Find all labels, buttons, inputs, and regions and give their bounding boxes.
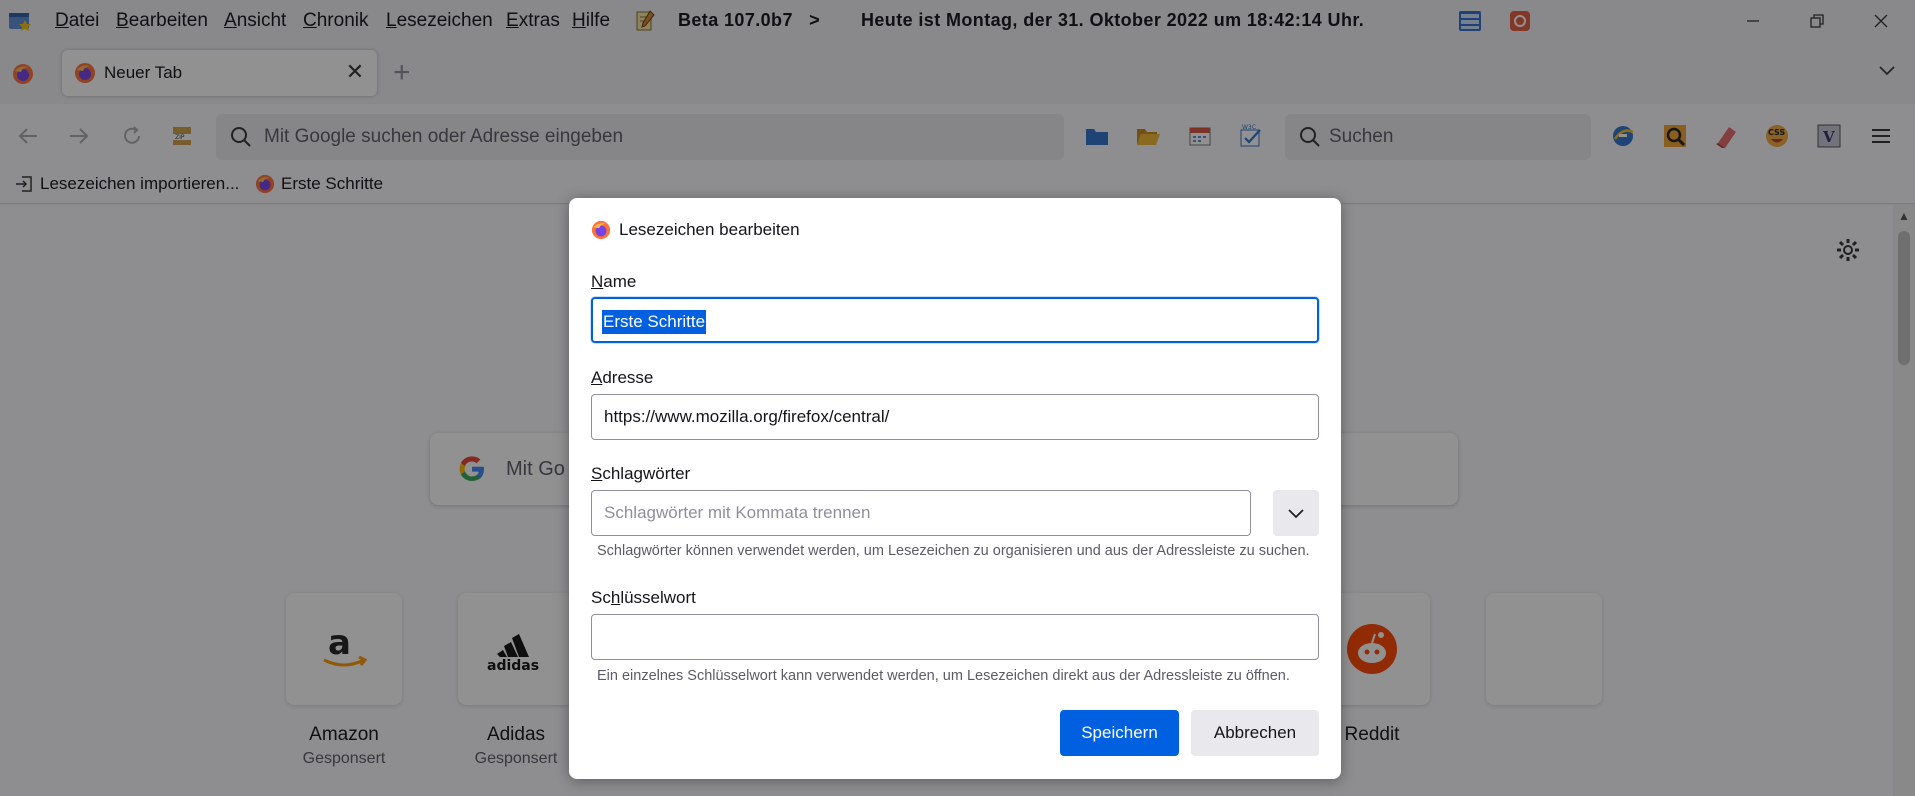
chevron-down-icon xyxy=(1288,509,1304,519)
tags-field[interactable] xyxy=(591,490,1251,536)
tags-hint: Schlagwörter können verwendet werden, um… xyxy=(597,543,1310,559)
tags-dropdown-button[interactable] xyxy=(1273,490,1319,536)
edit-bookmark-dialog: Lesezeichen bearbeiten Name Erste Schrit… xyxy=(569,198,1341,779)
save-button[interactable]: Speichern xyxy=(1060,710,1179,756)
keyword-label: Schlüsselwort xyxy=(591,588,696,607)
name-field-value[interactable]: Erste Schritte xyxy=(602,310,707,334)
address-label: Adresse xyxy=(591,368,654,387)
dialog-header: Lesezeichen bearbeiten xyxy=(591,220,800,240)
dialog-title: Lesezeichen bearbeiten xyxy=(619,220,800,239)
keyword-field[interactable] xyxy=(591,614,1319,660)
keyword-hint: Ein einzelnes Schlüsselwort kann verwend… xyxy=(597,668,1290,684)
cancel-button[interactable]: Abbrechen xyxy=(1191,710,1319,756)
tags-label: Schlagwörter xyxy=(591,464,691,483)
firefox-logo-icon xyxy=(591,220,611,240)
name-label: Name xyxy=(591,272,637,291)
address-field[interactable] xyxy=(591,394,1319,440)
